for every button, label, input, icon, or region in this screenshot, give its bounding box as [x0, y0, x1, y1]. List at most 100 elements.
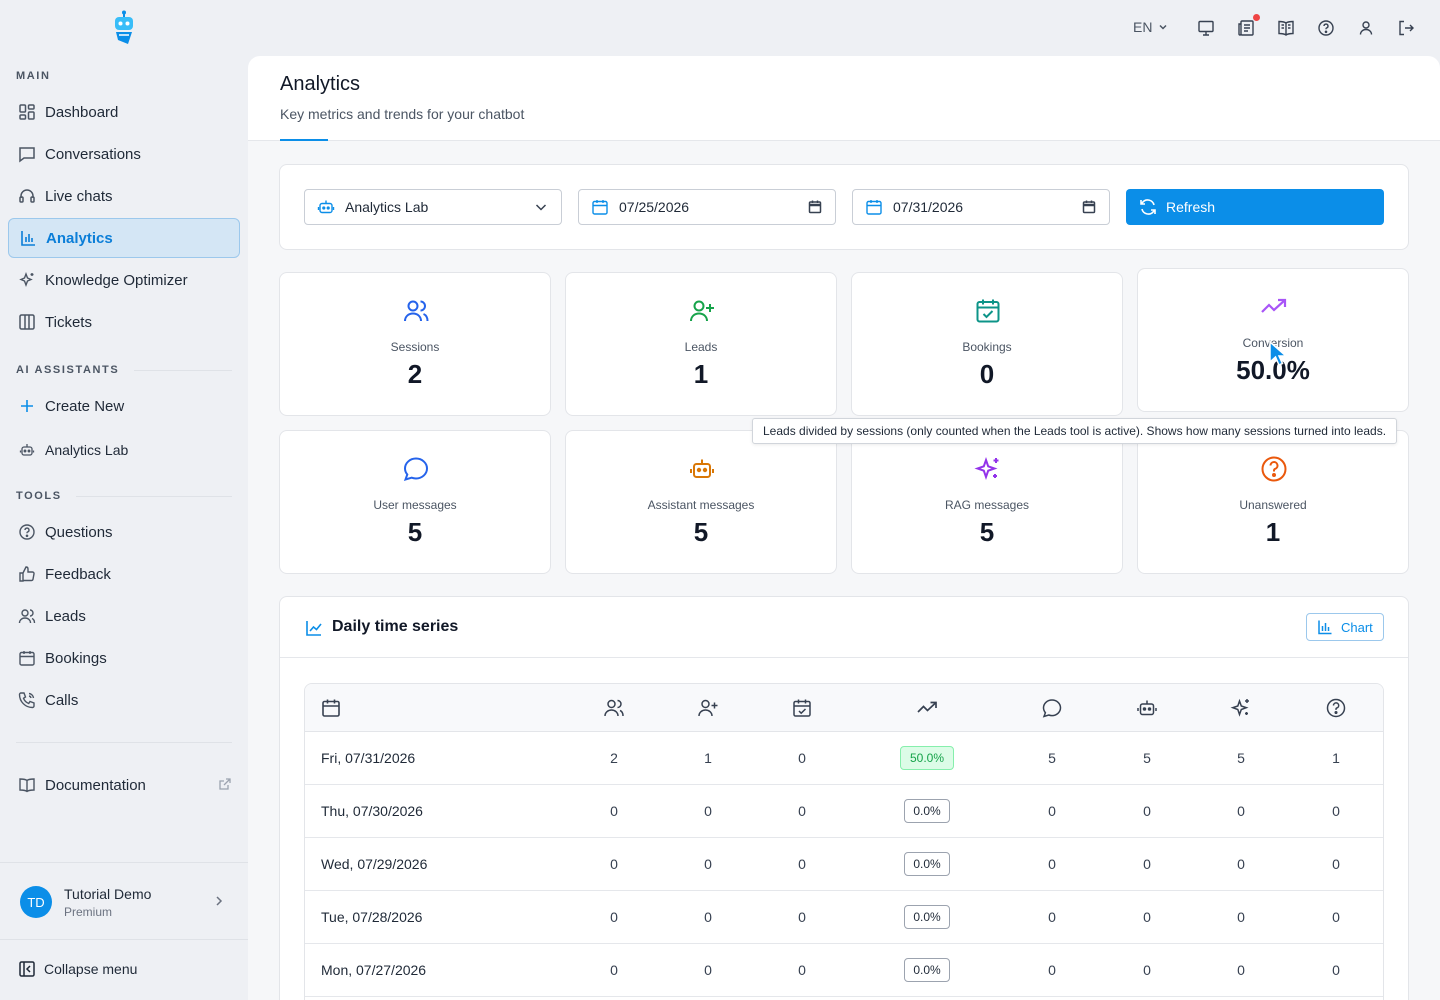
sidebar-item-documentation[interactable]: Documentation	[8, 765, 240, 805]
sidebar-item-leads[interactable]: Leads	[8, 596, 240, 636]
sidebar-item-label: Documentation	[45, 776, 146, 794]
metric-card-assistant-messages: Assistant messages 5	[565, 430, 837, 574]
row-conversion-badge: 0.0%	[904, 799, 950, 823]
bot-select[interactable]: Analytics Lab	[304, 189, 562, 225]
sidebar-item-calls[interactable]: Calls	[8, 680, 240, 720]
metric-value: 1	[1265, 517, 1281, 547]
metric-label: Bookings	[962, 340, 1012, 354]
metric-label: Sessions	[390, 340, 440, 354]
refresh-icon	[1138, 197, 1158, 217]
page-subtitle: Key metrics and trends for your chatbot	[280, 106, 525, 122]
section-label-ai-assistants: AI ASSISTANTS	[16, 364, 120, 376]
chat-icon	[17, 144, 37, 164]
thumbs-up-icon	[17, 564, 37, 584]
row-sessions: 0	[610, 909, 618, 925]
bar-chart-icon	[18, 228, 38, 248]
row-unanswered: 0	[1332, 856, 1340, 872]
calendar-icon	[591, 198, 609, 216]
row-user-messages: 0	[1048, 909, 1056, 925]
row-date: Fri, 07/31/2026	[321, 750, 416, 766]
sidebar-item-knowledge-optimizer[interactable]: Knowledge Optimizer	[8, 260, 240, 300]
end-date-input[interactable]: 07/31/2026	[852, 189, 1110, 225]
row-bookings: 0	[798, 909, 806, 925]
language-selector[interactable]: EN	[1133, 19, 1168, 35]
chart-toggle-button[interactable]: Chart	[1306, 613, 1384, 641]
columns-icon	[17, 312, 37, 332]
question-icon	[1325, 697, 1347, 719]
user-profile[interactable]: TD Tutorial Demo Premium	[0, 862, 248, 940]
plus-icon	[17, 396, 37, 416]
sidebar-item-label: Questions	[45, 523, 113, 541]
row-bookings: 0	[798, 750, 806, 766]
metric-card-leads: Leads 1	[565, 272, 837, 416]
date-picker-icon[interactable]	[807, 199, 823, 215]
help-icon[interactable]	[1316, 18, 1336, 38]
sidebar-item-analytics-lab[interactable]: Analytics Lab	[8, 430, 240, 470]
news-icon[interactable]	[1236, 18, 1256, 38]
sparkles-icon	[1230, 697, 1252, 719]
bar-chart-icon	[1317, 619, 1333, 635]
sidebar-item-conversations[interactable]: Conversations	[8, 134, 240, 174]
sidebar-item-create-new[interactable]: Create New	[8, 386, 240, 426]
external-link-icon	[218, 777, 232, 791]
row-bookings: 0	[798, 803, 806, 819]
chevron-down-icon	[1158, 22, 1168, 32]
row-rag-messages: 0	[1237, 962, 1245, 978]
metric-value: 1	[693, 359, 709, 389]
date-picker-icon[interactable]	[1081, 199, 1097, 215]
row-conversion-badge: 50.0%	[900, 746, 954, 770]
app-logo-icon[interactable]	[110, 10, 138, 46]
row-sessions: 0	[610, 803, 618, 819]
section-divider	[76, 496, 232, 497]
start-date-input[interactable]: 07/25/2026	[578, 189, 836, 225]
users-icon	[17, 606, 37, 626]
row-unanswered: 0	[1332, 909, 1340, 925]
dashboard-icon	[17, 102, 37, 122]
sidebar-item-label: Calls	[45, 691, 79, 709]
sidebar-item-feedback[interactable]: Feedback	[8, 554, 240, 594]
sidebar-item-tickets[interactable]: Tickets	[8, 302, 240, 342]
row-user-messages: 0	[1048, 962, 1056, 978]
metric-card-bookings: Bookings 0	[851, 272, 1123, 416]
row-unanswered: 0	[1332, 803, 1340, 819]
sidebar-item-label: Leads	[45, 607, 86, 625]
sidebar-item-label: Feedback	[45, 565, 111, 583]
section-divider	[16, 742, 232, 743]
sidebar-item-label: Conversations	[45, 145, 141, 163]
sidebar-item-analytics[interactable]: Analytics	[8, 218, 240, 258]
user-icon[interactable]	[1356, 18, 1376, 38]
phone-icon	[17, 690, 37, 710]
metric-value: 5	[693, 517, 709, 547]
sidebar-item-bookings[interactable]: Bookings	[8, 638, 240, 678]
user-plan: Premium	[64, 905, 113, 919]
chart-button-label: Chart	[1341, 619, 1373, 635]
bot-icon	[317, 198, 335, 216]
table-row: Mon, 07/27/2026 0 0 0 0.0% 0 0 0 0	[305, 944, 1383, 997]
monitor-icon[interactable]	[1196, 18, 1216, 38]
sidebar-item-questions[interactable]: Questions	[8, 512, 240, 552]
row-rag-messages: 0	[1237, 856, 1245, 872]
row-bookings: 0	[798, 856, 806, 872]
sidebar-item-dashboard[interactable]: Dashboard	[8, 92, 240, 132]
main-panel: Analytics Key metrics and trends for you…	[248, 56, 1440, 1000]
metric-value: 2	[407, 359, 423, 389]
metric-card-unanswered: Unanswered 1	[1137, 430, 1409, 574]
bot-select-value: Analytics Lab	[345, 199, 429, 215]
logout-icon[interactable]	[1396, 18, 1416, 38]
refresh-button[interactable]: Refresh	[1126, 189, 1384, 225]
row-unanswered: 0	[1332, 962, 1340, 978]
language-label: EN	[1133, 19, 1153, 35]
daily-series-table: Fri, 07/31/2026 2 1 0 50.0% 5 5 5 1 Thu,…	[304, 683, 1384, 1000]
book-open-icon[interactable]	[1276, 18, 1296, 38]
row-rag-messages: 0	[1237, 909, 1245, 925]
users-icon	[402, 297, 430, 325]
sidebar-item-live-chats[interactable]: Live chats	[8, 176, 240, 216]
row-date: Wed, 07/29/2026	[321, 856, 428, 872]
collapse-menu-button[interactable]: Collapse menu	[18, 960, 137, 978]
row-user-messages: 0	[1048, 803, 1056, 819]
conversion-tooltip: Leads divided by sessions (only counted …	[752, 418, 1398, 444]
row-bookings: 0	[798, 962, 806, 978]
start-date-value: 07/25/2026	[619, 199, 690, 215]
sidebar-item-label: Bookings	[45, 649, 107, 667]
row-assistant-messages: 0	[1143, 909, 1151, 925]
